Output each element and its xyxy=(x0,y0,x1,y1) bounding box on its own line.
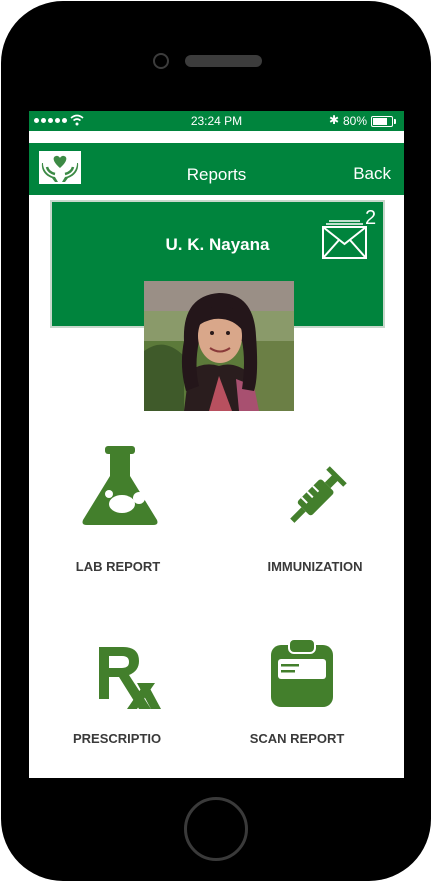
earpiece-speaker xyxy=(185,55,262,67)
prescription-label: PRESCRIPTIO xyxy=(73,731,162,746)
page-title: Reports xyxy=(186,165,247,184)
clipboard-icon xyxy=(271,638,333,707)
lab-report-label: LAB REPORT xyxy=(75,559,161,574)
profile-photo xyxy=(144,281,294,411)
home-button[interactable] xyxy=(184,797,248,861)
front-camera xyxy=(153,53,169,69)
lab-report-tile[interactable]: LAB REPORT xyxy=(33,446,203,596)
bluetooth-icon: ✱ xyxy=(329,113,340,127)
rx-icon xyxy=(99,647,161,709)
nav-bar: Reports Back xyxy=(29,143,404,195)
scan-report-tile[interactable]: SCAN REPORT xyxy=(212,631,382,778)
battery-icon xyxy=(371,116,396,127)
battery-level xyxy=(373,118,388,125)
syringe-icon xyxy=(290,466,347,523)
back-button[interactable]: Back xyxy=(353,164,391,184)
prescription-tile[interactable]: PRESCRIPTIO xyxy=(33,631,203,778)
scan-report-label: SCAN REPORT xyxy=(249,731,345,746)
status-bar: 23:24 PM ✱ 80% xyxy=(29,111,404,131)
avatar xyxy=(144,281,294,411)
mail-icon[interactable] xyxy=(322,220,368,260)
unread-count-badge: 2 xyxy=(365,207,377,229)
app-screen: 23:24 PM ✱ 80% Reports Back U. K. Nayana… xyxy=(29,111,404,778)
immunization-tile[interactable]: IMMUNIZATION xyxy=(230,446,400,596)
battery-percent: 80% xyxy=(343,114,368,128)
phone-frame: 23:24 PM ✱ 80% Reports Back U. K. Nayana… xyxy=(0,0,432,882)
immunization-label: IMMUNIZATION xyxy=(267,559,363,574)
flask-icon xyxy=(82,446,158,525)
